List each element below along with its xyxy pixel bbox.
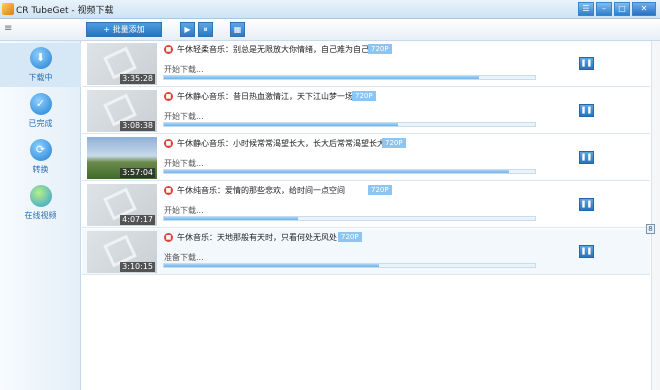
sidebar-item-downloading[interactable]: ⬇ 下载中: [0, 43, 81, 87]
list-scroll-marker[interactable]: 8: [646, 224, 655, 234]
toolbar: ≡ + 批量添加 ▶ ⏸ ▦: [0, 19, 660, 41]
list-item[interactable]: 3:10:15 ■ 午休音乐：天地那般有天时，只看何处无风处 720P 准备下载…: [82, 229, 650, 275]
stop-icon[interactable]: ■: [164, 45, 173, 54]
quality-badge: 720P: [352, 91, 376, 101]
pause-button[interactable]: ❚❚: [579, 198, 594, 211]
video-title: 午休静心音乐：昔日热血激情江，天下江山梦一场: [177, 92, 353, 101]
sidebar: ⬇ 下载中 ✓ 已完成 ⟳ 转换 在线视频: [0, 41, 81, 390]
progress-bar: [163, 169, 536, 174]
duration-label: 3:10:15: [120, 262, 155, 272]
window-controls: ☰ – □ ✕: [578, 2, 656, 16]
list-menu-icon[interactable]: ≡: [4, 24, 14, 35]
list-item[interactable]: 3:08:38 ■ 午休静心音乐：昔日热血激情江，天下江山梦一场 720P 开始…: [82, 88, 650, 134]
video-title: 午休音乐：天地那般有天时，只看何处无风处: [177, 233, 337, 242]
window-title: CR TubeGet - 视频下载: [16, 6, 114, 16]
download-icon: ⬇: [29, 47, 52, 69]
progress-fill: [164, 264, 380, 267]
minimize-button[interactable]: –: [596, 2, 612, 16]
settings-button[interactable]: ▦: [230, 22, 245, 37]
app-icon: [2, 3, 14, 15]
duration-label: 3:57:04: [120, 168, 155, 178]
batch-add-button[interactable]: + 批量添加: [86, 22, 162, 37]
video-title: 午休纯音乐：爱情的那些悲欢，给时间一点空间: [177, 186, 345, 195]
scrollbar[interactable]: [651, 41, 660, 390]
menu-icon[interactable]: ☰: [578, 2, 594, 16]
progress-bar: [163, 216, 536, 221]
duration-label: 3:08:38: [120, 121, 155, 131]
video-thumbnail: 3:08:38: [87, 90, 157, 132]
maximize-button[interactable]: □: [614, 2, 630, 16]
progress-fill: [164, 217, 298, 220]
video-thumbnail: 4:07:17: [87, 184, 157, 226]
sidebar-item-convert[interactable]: ⟳ 转换: [0, 135, 81, 179]
video-title: 午休静心音乐：小时候常常渴望长大，长大后常常渴望长大: [177, 139, 385, 148]
stop-icon[interactable]: ■: [164, 139, 173, 148]
pause-button[interactable]: ❚❚: [579, 151, 594, 164]
convert-icon: ⟳: [29, 139, 52, 161]
progress-bar: [163, 75, 536, 80]
progress-fill: [164, 123, 398, 126]
status-text: 开始下载...: [164, 159, 204, 168]
quality-badge: 720P: [338, 232, 362, 242]
status-text: 开始下载...: [164, 65, 204, 74]
duration-label: 4:07:17: [120, 215, 155, 225]
stop-icon[interactable]: ■: [164, 233, 173, 242]
quality-badge: 720P: [382, 138, 406, 148]
pause-button[interactable]: ❚❚: [579, 57, 594, 70]
duration-label: 3:35:28: [120, 74, 155, 84]
download-list: 3:35:28 ■ 午休轻柔音乐：别总是无限放大你情绪，自己难为自己 720P …: [82, 41, 650, 390]
title-bar: CR TubeGet - 视频下载 ☰ – □ ✕: [0, 0, 660, 19]
progress-fill: [164, 76, 480, 79]
sidebar-item-label: 已完成: [28, 119, 53, 128]
sidebar-item-label: 在线视频: [24, 211, 57, 220]
pause-button[interactable]: ❚❚: [579, 245, 594, 258]
list-item[interactable]: 3:35:28 ■ 午休轻柔音乐：别总是无限放大你情绪，自己难为自己 720P …: [82, 41, 650, 87]
stop-icon[interactable]: ■: [164, 92, 173, 101]
status-text: 开始下载...: [164, 112, 204, 121]
pause-all-button[interactable]: ⏸: [198, 22, 213, 37]
list-item[interactable]: 3:57:04 ■ 午休静心音乐：小时候常常渴望长大，长大后常常渴望长大 720…: [82, 135, 650, 181]
start-all-button[interactable]: ▶: [180, 22, 195, 37]
video-thumbnail: 3:57:04: [87, 137, 157, 179]
sidebar-item-label: 下载中: [28, 73, 53, 82]
status-text: 开始下载...: [164, 206, 204, 215]
list-item[interactable]: 4:07:17 ■ 午休纯音乐：爱情的那些悲欢，给时间一点空间 720P 开始下…: [82, 182, 650, 228]
stop-icon[interactable]: ■: [164, 186, 173, 195]
close-button[interactable]: ✕: [632, 2, 656, 16]
check-icon: ✓: [29, 93, 52, 115]
sidebar-item-completed[interactable]: ✓ 已完成: [0, 89, 81, 133]
video-thumbnail: 3:10:15: [87, 231, 157, 273]
quality-badge: 720P: [368, 44, 392, 54]
progress-bar: [163, 263, 536, 268]
sidebar-item-online-video[interactable]: 在线视频: [0, 181, 81, 225]
progress-fill: [164, 170, 510, 173]
status-text: 准备下载...: [164, 253, 204, 262]
video-title: 午休轻柔音乐：别总是无限放大你情绪，自己难为自己: [177, 45, 369, 54]
quality-badge: 720P: [368, 185, 392, 195]
video-thumbnail: 3:35:28: [87, 43, 157, 85]
pause-button[interactable]: ❚❚: [579, 104, 594, 117]
progress-bar: [163, 122, 536, 127]
globe-icon: [29, 185, 52, 207]
sidebar-item-label: 转换: [32, 165, 49, 174]
